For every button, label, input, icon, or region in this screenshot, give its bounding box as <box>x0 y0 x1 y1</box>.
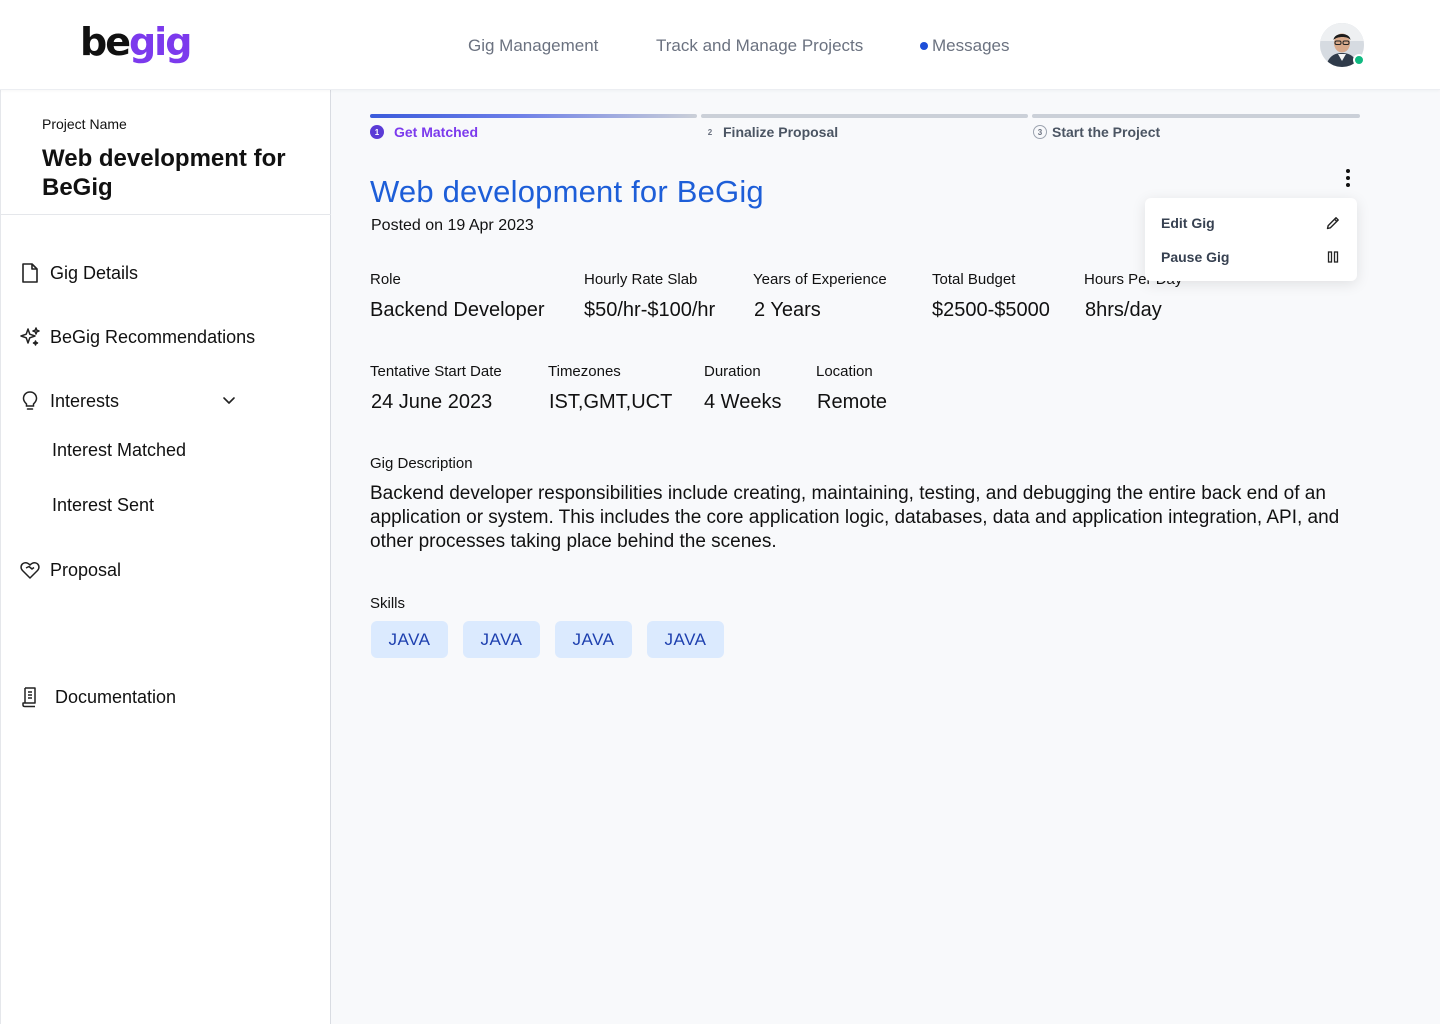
sparkles-icon <box>19 326 41 348</box>
step-label: Start the Project <box>1052 124 1161 140</box>
location-value: Remote <box>817 391 888 413</box>
rate-label: Hourly Rate Slab <box>584 271 698 288</box>
sidebar-item-recommendations[interactable]: BeGig Recommendations <box>19 326 255 348</box>
chevron-down-icon[interactable] <box>219 390 239 410</box>
posted-date: Posted on 19 Apr 2023 <box>371 217 534 234</box>
sidebar-item-label: Proposal <box>50 559 122 580</box>
more-options-icon[interactable] <box>1337 166 1359 190</box>
experience-value: 2 Years <box>754 299 821 321</box>
hours-value: 8hrs/day <box>1085 299 1162 321</box>
timezones-value: IST,GMT,UCT <box>549 391 673 413</box>
step-number: 3 <box>1033 125 1047 139</box>
project-name: Web development for BeGig <box>42 145 286 201</box>
sidebar-item-interest-matched[interactable]: Interest Matched <box>52 440 186 461</box>
online-status-icon <box>1353 54 1365 66</box>
location-label: Location <box>816 363 873 380</box>
sidebar: Project Name Web development for BeGig G… <box>0 90 331 1024</box>
sidebar-item-interests[interactable]: Interests <box>19 390 119 412</box>
gig-description: Backend developer responsibilities inclu… <box>370 483 1340 552</box>
gig-options-menu: Edit Gig Pause Gig <box>1145 198 1357 281</box>
nav-messages-label: Messages <box>932 36 1010 55</box>
description-label: Gig Description <box>370 455 473 472</box>
role-value: Backend Developer <box>370 299 545 321</box>
sidebar-item-label: BeGig Recommendations <box>50 326 256 347</box>
edit-gig-label: Edit Gig <box>1161 215 1215 231</box>
begig-logo[interactable]: begig <box>80 20 192 64</box>
sidebar-item-label: Documentation <box>55 686 177 707</box>
step-label: Get Matched <box>394 124 479 140</box>
document-icon <box>19 262 41 284</box>
sidebar-item-interest-sent[interactable]: Interest Sent <box>52 495 154 516</box>
step-progress-bar-2 <box>701 114 1028 118</box>
receipt-doc-icon <box>19 686 41 708</box>
skill-chip: JAVA <box>463 621 540 658</box>
top-header: begig Gig Management Track and Manage Pr… <box>0 0 1440 90</box>
start-date-label: Tentative Start Date <box>370 363 502 380</box>
step-progress-bar-3 <box>1032 114 1360 118</box>
step-start-project[interactable]: 3 Start the Project <box>1033 124 1160 140</box>
pencil-icon <box>1326 217 1339 230</box>
step-get-matched[interactable]: 1 Get Matched <box>370 124 478 140</box>
start-date-value: 24 June 2023 <box>371 391 493 413</box>
role-label: Role <box>370 271 401 288</box>
unread-dot-icon <box>920 42 928 50</box>
sidebar-item-gig-details[interactable]: Gig Details <box>19 262 138 284</box>
avatar[interactable] <box>1320 23 1365 67</box>
step-number: 1 <box>370 125 384 139</box>
pause-gig-label: Pause Gig <box>1161 249 1230 265</box>
skills-label: Skills <box>370 595 406 612</box>
heart-handshake-icon <box>19 559 41 581</box>
nav-messages[interactable]: Messages <box>920 35 1009 57</box>
step-progress-bar-1 <box>370 114 697 118</box>
sidebar-item-label: Gig Details <box>50 262 139 283</box>
step-finalize-proposal[interactable]: 2 Finalize Proposal <box>703 124 838 140</box>
skill-chip: JAVA <box>647 621 724 658</box>
gig-title: Web development for BeGig <box>370 174 764 209</box>
nav-track-manage-projects[interactable]: Track and Manage Projects <box>656 35 863 57</box>
step-number: 2 <box>707 127 713 137</box>
rate-value: $50/hr-$100/hr <box>584 299 716 321</box>
pause-gig-menu-item[interactable]: Pause Gig <box>1161 246 1341 268</box>
project-name-label: Project Name <box>42 116 127 132</box>
duration-label: Duration <box>704 363 761 380</box>
timezones-label: Timezones <box>548 363 621 380</box>
nav-gig-management[interactable]: Gig Management <box>468 35 598 57</box>
skill-chip: JAVA <box>371 621 448 658</box>
edit-gig-menu-item[interactable]: Edit Gig <box>1161 212 1341 234</box>
duration-value: 4 Weeks <box>704 391 782 413</box>
sidebar-item-documentation[interactable]: Documentation <box>19 686 176 708</box>
sidebar-divider <box>1 214 331 215</box>
pause-icon <box>1327 251 1339 263</box>
sidebar-item-label: Interests <box>50 390 120 411</box>
lightbulb-icon <box>19 390 41 412</box>
sidebar-item-proposal[interactable]: Proposal <box>19 559 121 581</box>
step-label: Finalize Proposal <box>723 124 839 140</box>
budget-value: $2500-$5000 <box>932 299 1050 321</box>
skill-chip: JAVA <box>555 621 632 658</box>
experience-label: Years of Experience <box>753 271 887 288</box>
budget-label: Total Budget <box>932 271 1016 288</box>
